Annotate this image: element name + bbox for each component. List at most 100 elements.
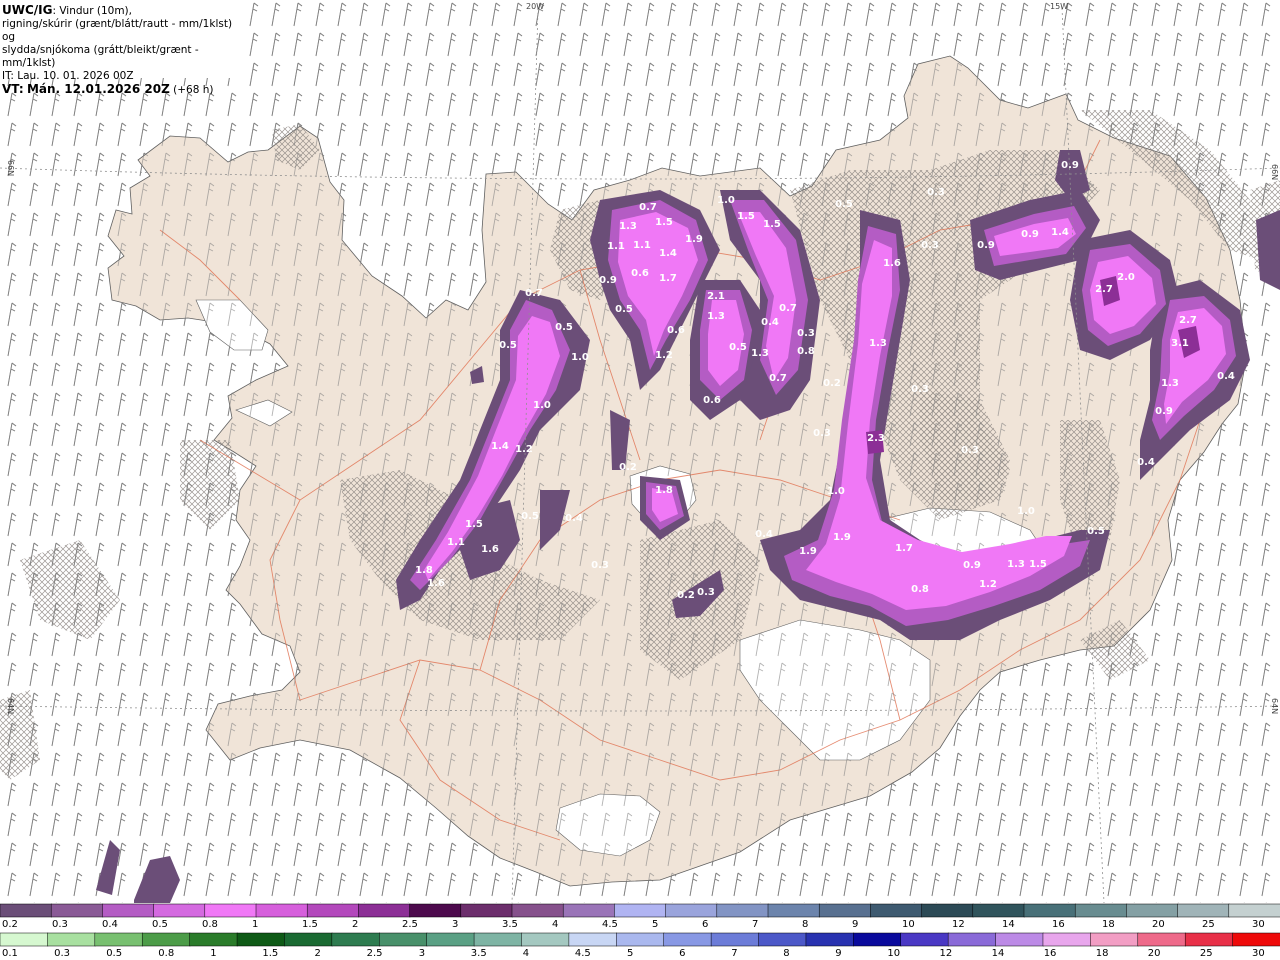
snow-swatch [511, 903, 564, 918]
snow-tick-label: 18 [1102, 919, 1115, 930]
precip-value-label: 1.9 [833, 532, 851, 543]
snow-tick-label: 1.5 [302, 919, 318, 930]
rain-tick-label: 9 [835, 948, 841, 959]
snow-swatch [204, 903, 257, 918]
precip-value-label: 1.7 [659, 273, 677, 284]
precip-value-label: 3.1 [1171, 338, 1189, 349]
rain-swatch [1042, 932, 1092, 947]
precip-value-label: 1.0 [571, 352, 589, 363]
precip-value-label: 1.5 [737, 211, 755, 222]
rain-swatch [995, 932, 1044, 947]
rain-tick-label: 30 [1252, 948, 1265, 959]
precip-value-label: 0.8 [911, 584, 929, 595]
rain-swatch [473, 932, 523, 947]
snow-tick-label: 0.5 [152, 919, 168, 930]
precip-value-label: 1.1 [447, 537, 465, 548]
precip-value-label: 1.0 [1017, 506, 1035, 517]
rain-tick-label: 14 [992, 948, 1005, 959]
snow-swatch [102, 903, 155, 918]
precip-value-label: 0.5 [521, 511, 539, 522]
precip-value-label: 0.7 [779, 303, 797, 314]
precip-value-label: 0.6 [667, 325, 685, 336]
precip-value-label: 0.3 [927, 187, 945, 198]
rain-tick-label: 2 [315, 948, 321, 959]
snow-tick-label: 1 [252, 919, 258, 930]
snow-swatch [614, 903, 667, 918]
weather-map: 20W 15W 66N 66N 64N 64N 0.70.50.51.01.01… [0, 0, 1280, 903]
precip-value-label: 1.9 [799, 546, 817, 557]
snow-tick-label: 12 [952, 919, 965, 930]
map-info-box: UWC/IG: Vindur (10m), rigning/skúrir (gr… [0, 0, 240, 96]
rain-swatch [331, 932, 381, 947]
precip-value-label: 1.6 [883, 258, 901, 269]
lat-label-64n-left: 64N [6, 698, 15, 714]
it-value: Lau. 10. 01. 2026 00Z [17, 70, 134, 82]
snow-swatch [1228, 903, 1280, 918]
precip-value-label: 0.3 [921, 240, 939, 251]
precip-value-label: 0.9 [1021, 229, 1039, 240]
rain-swatch [236, 932, 286, 947]
rain-tick-label: 25 [1200, 948, 1213, 959]
snow-tick-label: 0.2 [2, 919, 18, 930]
snow-swatch [972, 903, 1025, 918]
snow-tick-label: 2 [352, 919, 358, 930]
precip-value-label: 0.3 [697, 587, 715, 598]
rain-tick-label: 3.5 [471, 948, 487, 959]
rain-swatch [805, 932, 855, 947]
snow-swatch [665, 903, 718, 918]
info-line-1: UWC/IG: Vindur (10m), [2, 4, 240, 18]
snow-tick-label: 2.5 [402, 919, 418, 930]
precip-value-label: 1.2 [655, 350, 673, 361]
rain-swatch [853, 932, 902, 947]
rain-tick-label: 10 [887, 948, 900, 959]
rain-swatch [426, 932, 475, 947]
precip-value-label: 2.3 [867, 433, 885, 444]
rain-tick-label: 6 [679, 948, 685, 959]
snow-swatch [460, 903, 513, 918]
snow-tick-label: 16 [1052, 919, 1065, 930]
rain-tick-label: 0.1 [2, 948, 18, 959]
precip-value-label: 0.3 [961, 445, 979, 456]
precip-value-label: 0.4 [761, 317, 779, 328]
precip-value-label: 1.6 [427, 578, 445, 589]
snow-swatch [921, 903, 974, 918]
rain-swatch [379, 932, 428, 947]
precip-value-label: 0.2 [677, 590, 695, 601]
rain-tick-label: 20 [1148, 948, 1161, 959]
snow-swatch [0, 903, 52, 918]
precip-value-label: 1.7 [895, 543, 913, 554]
snow-tick-label: 30 [1252, 919, 1265, 930]
rain-tick-label: 4 [523, 948, 529, 959]
precip-value-label: 1.0 [827, 486, 845, 497]
precip-value-label: 2.7 [1095, 284, 1113, 295]
rain-swatch [189, 932, 238, 947]
snow-tick-label: 4.5 [602, 919, 618, 930]
snow-swatch [306, 903, 360, 918]
rain-tick-label: 5 [627, 948, 633, 959]
snow-tick-label: 5 [652, 919, 658, 930]
precip-value-label: 1.5 [1029, 559, 1047, 570]
precip-value-label: 1.4 [659, 248, 677, 259]
precip-value-label: 1.8 [655, 485, 673, 496]
snow-tick-label: 8 [802, 919, 808, 930]
precip-value-label: 0.4 [565, 513, 583, 524]
snow-swatch [1074, 903, 1128, 918]
precip-value-label: 1.0 [717, 195, 735, 206]
snow-swatch [1023, 903, 1076, 918]
precip-value-label: 0.7 [525, 288, 543, 299]
lat-label-66n-left: 66N [6, 160, 15, 176]
precip-value-label: 0.3 [813, 428, 831, 439]
precip-value-label: 2.0 [1117, 272, 1135, 283]
snow-swatch [1126, 903, 1179, 918]
rain-swatch [94, 932, 143, 947]
info-line-2: rigning/skúrir (grænt/blátt/rautt - mm/1… [2, 18, 233, 43]
precip-value-label: 0.8 [797, 346, 815, 357]
snow-tick-label: 3 [452, 919, 458, 930]
rain-swatch [1232, 932, 1280, 947]
rain-tick-label: 0.3 [54, 948, 70, 959]
precip-value-label: 1.3 [869, 338, 887, 349]
precip-value-label: 2.1 [707, 291, 725, 302]
rain-swatch [1137, 932, 1186, 947]
rain-swatch [947, 932, 997, 947]
precip-value-label: 1.3 [1007, 559, 1025, 570]
